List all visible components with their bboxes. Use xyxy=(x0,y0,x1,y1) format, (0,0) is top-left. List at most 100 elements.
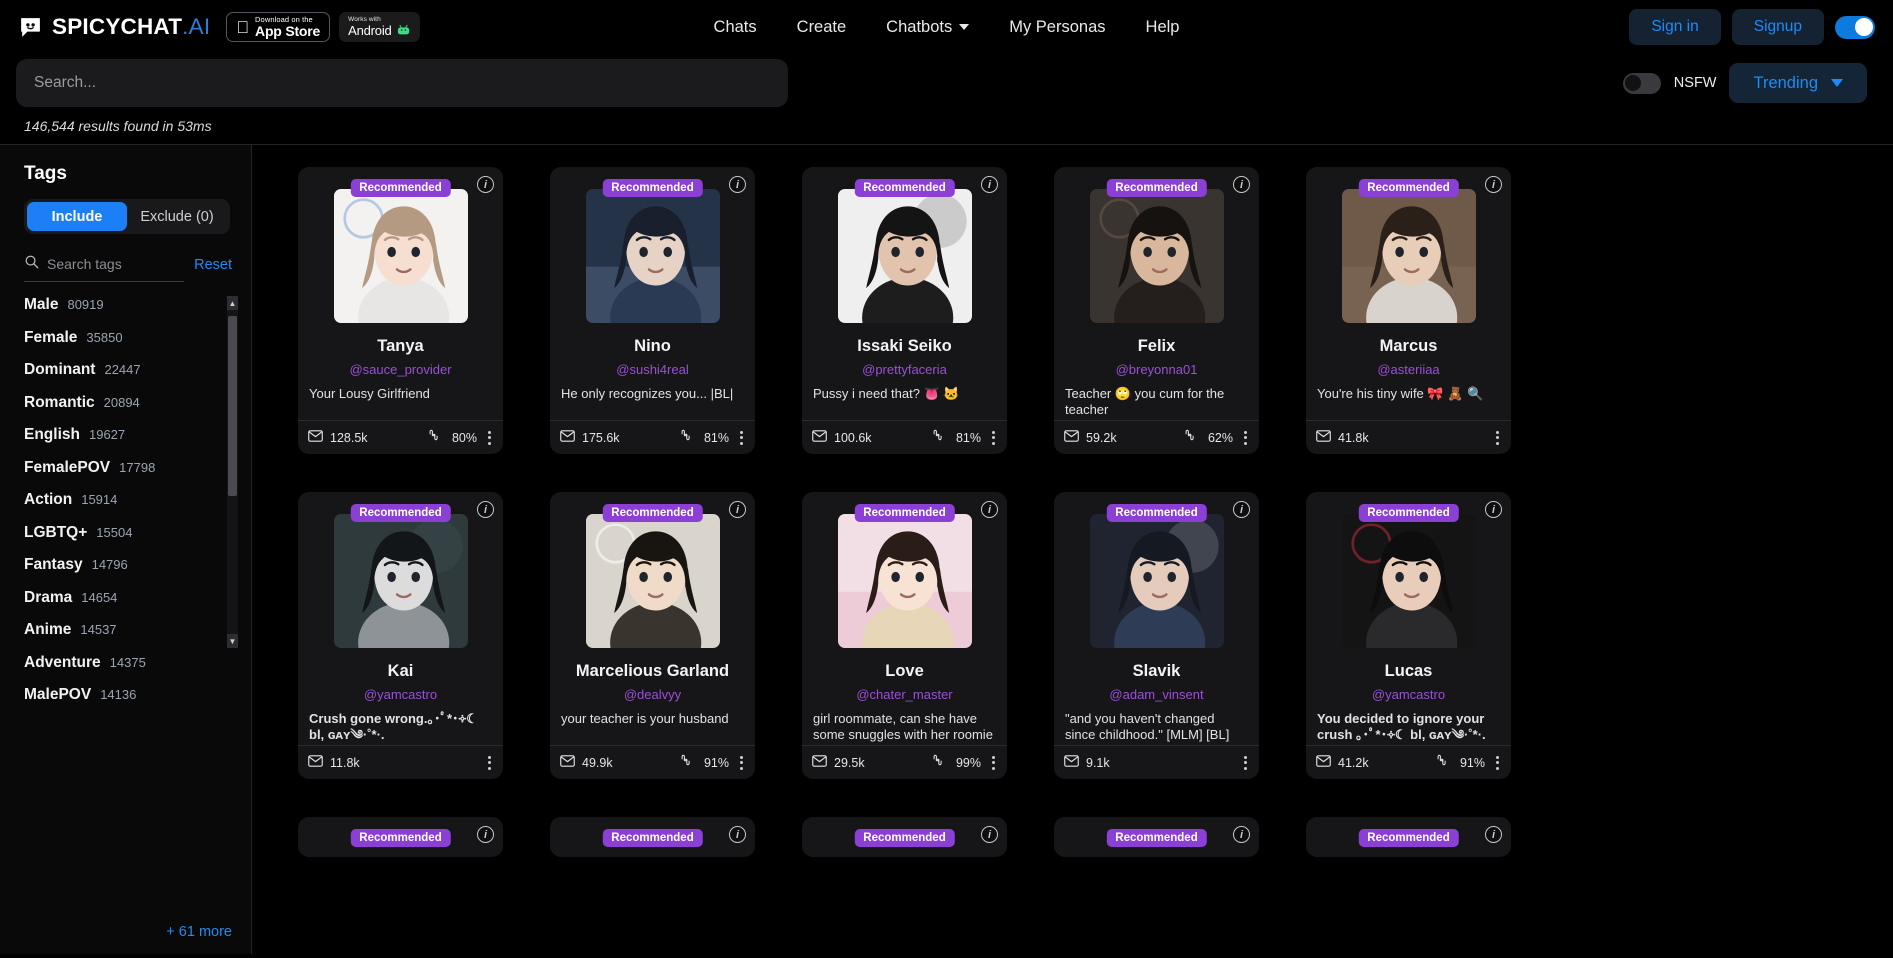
character-handle[interactable]: @chater_master xyxy=(802,687,1007,702)
character-card[interactable]: Recommended i Kai @yamcastro Crush gone … xyxy=(298,492,503,779)
info-icon[interactable]: i xyxy=(477,826,494,843)
info-icon[interactable]: i xyxy=(1485,826,1502,843)
reset-tags-link[interactable]: Reset xyxy=(194,257,232,280)
info-icon[interactable]: i xyxy=(729,176,746,193)
tag-list-scrollbar[interactable]: ▲ ▼ xyxy=(227,296,238,648)
tag-item-lgbtq-[interactable]: LGBTQ+ 15504 xyxy=(24,524,232,542)
tag-item-dominant[interactable]: Dominant 22447 xyxy=(24,361,232,379)
scroll-up-arrow-icon[interactable]: ▲ xyxy=(227,296,238,310)
nsfw-toggle[interactable] xyxy=(1622,72,1661,94)
tag-item-drama[interactable]: Drama 14654 xyxy=(24,589,232,607)
rating-percent: 81% xyxy=(955,430,981,445)
more-options-icon[interactable] xyxy=(1494,428,1501,448)
character-card[interactable]: Recommended i Issaki Seiko @prettyfaceri… xyxy=(802,167,1007,454)
more-tags-link[interactable]: + 61 more xyxy=(166,924,232,940)
character-card[interactable]: Recommended i xyxy=(1054,817,1259,857)
character-handle[interactable]: @breyonna01 xyxy=(1054,362,1259,377)
info-icon[interactable]: i xyxy=(1485,176,1502,193)
nav-item-my-personas[interactable]: My Personas xyxy=(1009,18,1105,37)
brand-logo[interactable]: SPICYCHAT.AI xyxy=(18,14,210,40)
info-icon[interactable]: i xyxy=(981,826,998,843)
info-icon[interactable]: i xyxy=(1485,501,1502,518)
info-icon[interactable]: i xyxy=(981,501,998,518)
search-input[interactable] xyxy=(16,59,788,107)
info-icon[interactable]: i xyxy=(1233,176,1250,193)
character-card[interactable]: Recommended i xyxy=(1306,817,1511,857)
character-handle[interactable]: @prettyfaceria xyxy=(802,362,1007,377)
character-card[interactable]: Recommended i Tanya @sauce_provider Your… xyxy=(298,167,503,454)
more-options-icon[interactable] xyxy=(486,753,493,773)
info-icon[interactable]: i xyxy=(981,176,998,193)
character-handle[interactable]: @asteriiaa xyxy=(1306,362,1511,377)
tag-item-english[interactable]: English 19627 xyxy=(24,426,232,444)
info-icon[interactable]: i xyxy=(477,501,494,518)
tag-item-adventure[interactable]: Adventure 14375 xyxy=(24,654,232,672)
character-handle[interactable]: @yamcastro xyxy=(1306,687,1511,702)
tag-item-action[interactable]: Action 15914 xyxy=(24,491,232,509)
card-stats-footer: 41.2k 91% xyxy=(1306,745,1511,779)
message-count: 11.8k xyxy=(330,755,360,770)
card-media: Recommended i xyxy=(298,492,503,648)
character-card[interactable]: Recommended i Marcus @asteriiaa You're h… xyxy=(1306,167,1511,454)
info-icon[interactable]: i xyxy=(729,501,746,518)
sidebar-title: Tags xyxy=(24,163,67,184)
recommended-badge: Recommended xyxy=(350,179,451,197)
character-handle[interactable]: @adam_vinsent xyxy=(1054,687,1259,702)
character-card[interactable]: Recommended i Nino @sushi4real He only r… xyxy=(550,167,755,454)
tag-item-male[interactable]: Male 80919 xyxy=(24,296,232,314)
tag-search-input[interactable] xyxy=(47,256,185,272)
more-options-icon[interactable] xyxy=(486,428,493,448)
nav-item-chats[interactable]: Chats xyxy=(714,18,757,37)
theme-toggle[interactable] xyxy=(1835,15,1875,39)
tag-item-female[interactable]: Female 35850 xyxy=(24,329,232,347)
character-card[interactable]: Recommended i Love @chater_master girl r… xyxy=(802,492,1007,779)
character-card[interactable]: Recommended i Felix @breyonna01 Teacher … xyxy=(1054,167,1259,454)
character-card[interactable]: Recommended i Slavik @adam_vinsent "and … xyxy=(1054,492,1259,779)
info-icon[interactable]: i xyxy=(1233,501,1250,518)
more-options-icon[interactable] xyxy=(990,753,997,773)
scrollbar-thumb[interactable] xyxy=(228,316,237,496)
tag-item-anime[interactable]: Anime 14537 xyxy=(24,621,232,639)
tag-count: 14654 xyxy=(81,589,118,605)
tag-item-romantic[interactable]: Romantic 20894 xyxy=(24,394,232,412)
nav-item-chatbots[interactable]: Chatbots xyxy=(886,18,970,37)
exclude-tab[interactable]: Exclude (0) xyxy=(127,202,227,231)
message-icon xyxy=(1064,429,1079,447)
character-card[interactable]: Recommended i xyxy=(550,817,755,857)
character-card[interactable]: Recommended i Lucas @yamcastro You decid… xyxy=(1306,492,1511,779)
info-icon[interactable]: i xyxy=(1233,826,1250,843)
card-actions: 99% xyxy=(931,753,997,773)
card-actions xyxy=(1242,753,1249,773)
include-tab[interactable]: Include xyxy=(27,202,127,231)
character-handle[interactable]: @dealvyy xyxy=(550,687,755,702)
nav-item-help[interactable]: Help xyxy=(1146,18,1180,37)
tag-item-fantasy[interactable]: Fantasy 14796 xyxy=(24,556,232,574)
top-navigation-bar: SPICYCHAT.AI  Download on the App Store… xyxy=(0,0,1893,54)
character-handle[interactable]: @sauce_provider xyxy=(298,362,503,377)
character-card[interactable]: Recommended i xyxy=(298,817,503,857)
scroll-down-arrow-icon[interactable]: ▼ xyxy=(227,634,238,648)
nav-item-create[interactable]: Create xyxy=(797,18,847,37)
more-options-icon[interactable] xyxy=(990,428,997,448)
info-icon[interactable]: i xyxy=(477,176,494,193)
character-handle[interactable]: @sushi4real xyxy=(550,362,755,377)
more-options-icon[interactable] xyxy=(738,753,745,773)
app-store-badge[interactable]:  Download on the App Store xyxy=(226,12,331,42)
more-options-icon[interactable] xyxy=(1242,428,1249,448)
sort-dropdown-button[interactable]: Trending xyxy=(1729,63,1867,103)
tag-item-malepov[interactable]: MalePOV 14136 xyxy=(24,686,232,704)
more-options-icon[interactable] xyxy=(1242,753,1249,773)
more-options-icon[interactable] xyxy=(1494,753,1501,773)
more-options-icon[interactable] xyxy=(738,428,745,448)
android-badge[interactable]: Works with Android xyxy=(335,12,420,42)
card-stats-footer: 11.8k xyxy=(298,745,503,779)
tag-search-box[interactable] xyxy=(24,254,185,282)
info-icon[interactable]: i xyxy=(729,826,746,843)
tag-item-femalepov[interactable]: FemalePOV 17798 xyxy=(24,459,232,477)
signup-button[interactable]: Signup xyxy=(1731,9,1824,45)
sign-in-button[interactable]: Sign in xyxy=(1629,9,1721,45)
character-card[interactable]: Recommended i Marcelious Garland @dealvy… xyxy=(550,492,755,779)
android-big-label: Android xyxy=(335,23,392,38)
character-card[interactable]: Recommended i xyxy=(802,817,1007,857)
character-handle[interactable]: @yamcastro xyxy=(298,687,503,702)
